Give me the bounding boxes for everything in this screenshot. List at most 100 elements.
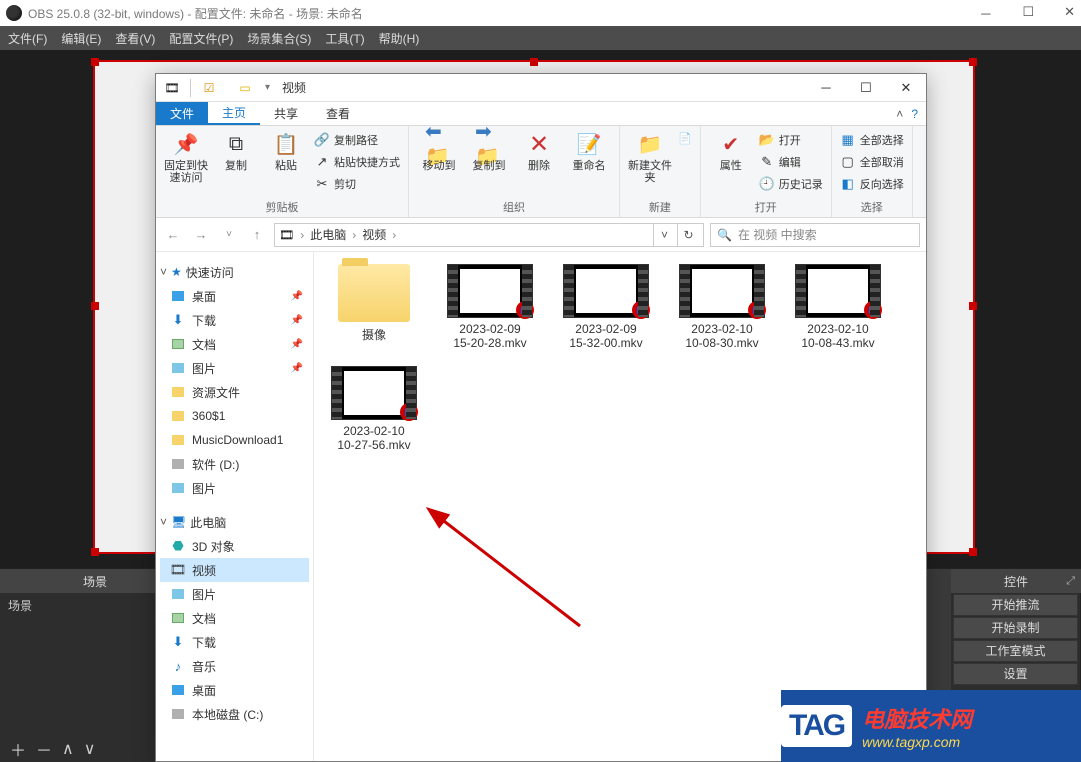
pin-quick-access-button[interactable]: 📌固定到快速访问 xyxy=(164,130,208,184)
nav-pictures[interactable]: 图片📌 xyxy=(160,356,309,380)
nav-desktop[interactable]: 桌面 xyxy=(160,678,309,702)
video-file-item[interactable]: ▶2023-02-1010-08-43.mkv xyxy=(786,264,890,350)
recent-button[interactable]: ˅ xyxy=(218,224,240,246)
navigation-pane[interactable]: ˅★快速访问 桌面📌 ⬇下载📌 文档📌 图片📌 资源文件 360$1 Music… xyxy=(156,252,314,761)
ribbon-help-icon[interactable]: ? xyxy=(911,107,918,121)
nav-folder[interactable]: 资源文件 xyxy=(160,380,309,404)
studio-mode-button[interactable]: 工作室模式 xyxy=(953,640,1078,662)
copy-to-button[interactable]: ➡📁复制到 xyxy=(467,130,511,172)
back-button[interactable]: ← xyxy=(162,224,184,246)
select-none-button[interactable]: ▢全部取消 xyxy=(840,152,904,172)
nav-local-disk-c[interactable]: 本地磁盘 (C:) xyxy=(160,702,309,726)
nav-music[interactable]: ♪音乐 xyxy=(160,654,309,678)
resize-handle[interactable] xyxy=(91,548,99,556)
pin-icon: 📌 xyxy=(291,315,309,326)
delete-button[interactable]: ✕删除 xyxy=(517,130,561,172)
forward-button[interactable]: → xyxy=(190,224,212,246)
history-button[interactable]: 🕘历史记录 xyxy=(759,174,823,194)
nav-3d-objects[interactable]: ⬣3D 对象 xyxy=(160,534,309,558)
rename-icon: 📝 xyxy=(575,130,603,158)
exp-minimize-button[interactable]: － xyxy=(806,74,846,102)
nav-desktop[interactable]: 桌面📌 xyxy=(160,284,309,308)
tab-file[interactable]: 文件 xyxy=(156,102,208,125)
copy-button[interactable]: ⧉复制 xyxy=(214,130,258,172)
resize-handle[interactable] xyxy=(969,58,977,66)
nav-documents[interactable]: 文档 xyxy=(160,606,309,630)
nav-downloads[interactable]: ⬇下载 xyxy=(160,630,309,654)
nav-drive[interactable]: 软件 (D:) xyxy=(160,452,309,476)
qat-properties-icon[interactable]: ☑ xyxy=(199,78,219,98)
resize-handle[interactable] xyxy=(530,58,538,66)
nav-pictures[interactable]: 图片 xyxy=(160,582,309,606)
breadcrumb-current[interactable]: 视频 xyxy=(362,226,386,243)
copy-path-button[interactable]: 🔗复制路径 xyxy=(314,130,400,150)
obs-maximize-button[interactable]: ☐ xyxy=(1022,4,1034,23)
tab-view[interactable]: 查看 xyxy=(312,102,364,125)
move-down-button[interactable]: ∨ xyxy=(84,739,96,759)
menu-profile[interactable]: 配置文件(P) xyxy=(169,30,233,47)
exp-maximize-button[interactable]: ☐ xyxy=(846,74,886,102)
menu-file[interactable]: 文件(F) xyxy=(8,30,47,47)
menu-tools[interactable]: 工具(T) xyxy=(325,30,364,47)
exp-close-button[interactable]: ✕ xyxy=(886,74,926,102)
addr-dropdown-button[interactable]: ˅ xyxy=(653,224,675,246)
obs-close-button[interactable]: ✕ xyxy=(1064,4,1075,23)
menu-edit[interactable]: 编辑(E) xyxy=(61,30,101,47)
properties-button[interactable]: ✔属性 xyxy=(709,130,753,172)
menu-help[interactable]: 帮助(H) xyxy=(379,30,420,47)
obs-minimize-button[interactable]: － xyxy=(979,4,992,23)
settings-button[interactable]: 设置 xyxy=(953,663,1078,685)
quick-access-header[interactable]: ˅★快速访问 xyxy=(160,260,309,284)
nav-folder[interactable]: 360$1 xyxy=(160,404,309,428)
cut-button[interactable]: ✂剪切 xyxy=(314,174,400,194)
up-button[interactable]: ↑ xyxy=(246,224,268,246)
move-to-button[interactable]: ⬅📁移动到 xyxy=(417,130,461,172)
address-bar[interactable]: 🎞 › 此电脑 › 视频 › ˅ ↻ xyxy=(274,223,704,247)
folder-item[interactable]: 摄像 xyxy=(322,264,426,350)
open-button[interactable]: 📂打开 xyxy=(759,130,823,150)
start-stream-button[interactable]: 开始推流 xyxy=(953,594,1078,616)
remove-button[interactable]: － xyxy=(36,737,52,761)
search-input[interactable]: 🔍 在 视频 中搜索 xyxy=(710,223,920,247)
resize-handle[interactable] xyxy=(969,548,977,556)
popout-icon[interactable]: ⤢ xyxy=(1066,575,1075,588)
menu-scenes[interactable]: 场景集合(S) xyxy=(247,30,311,47)
select-all-button[interactable]: ▦全部选择 xyxy=(840,130,904,150)
nav-downloads[interactable]: ⬇下载📌 xyxy=(160,308,309,332)
move-up-button[interactable]: ∧ xyxy=(62,739,74,759)
new-item-icon[interactable]: 📄 xyxy=(678,132,692,145)
move-icon: ⬅📁 xyxy=(425,130,453,158)
files-view[interactable]: 摄像 ▶2023-02-0915-20-28.mkv ▶2023-02-0915… xyxy=(314,252,926,761)
add-button[interactable]: ＋ xyxy=(10,737,26,761)
nav-documents[interactable]: 文档📌 xyxy=(160,332,309,356)
this-pc-header[interactable]: ˅🖥此电脑 xyxy=(160,510,309,534)
rename-button[interactable]: 📝重命名 xyxy=(567,130,611,172)
edit-button[interactable]: ✎编辑 xyxy=(759,152,823,172)
invert-selection-button[interactable]: ◧反向选择 xyxy=(840,174,904,194)
tab-home[interactable]: 主页 xyxy=(208,102,260,125)
resize-handle[interactable] xyxy=(91,58,99,66)
nav-pictures[interactable]: 图片 xyxy=(160,476,309,500)
resize-handle[interactable] xyxy=(91,302,99,310)
paste-shortcut-button[interactable]: ↗粘贴快捷方式 xyxy=(314,152,400,172)
start-record-button[interactable]: 开始录制 xyxy=(953,617,1078,639)
breadcrumb-root[interactable]: 此电脑 xyxy=(310,226,346,243)
ribbon-collapse-icon[interactable]: ˄ xyxy=(896,107,903,121)
video-file-item[interactable]: ▶2023-02-0915-20-28.mkv xyxy=(438,264,542,350)
paste-button[interactable]: 📋粘贴 xyxy=(264,130,308,172)
tab-share[interactable]: 共享 xyxy=(260,102,312,125)
watermark-cn: 电脑技术网 xyxy=(862,702,972,734)
nav-videos[interactable]: 🎞视频 xyxy=(160,558,309,582)
menu-view[interactable]: 查看(V) xyxy=(115,30,155,47)
qat-newfolder-icon[interactable]: ▭ xyxy=(235,78,255,98)
refresh-button[interactable]: ↻ xyxy=(677,224,699,246)
video-file-item[interactable]: ▶2023-02-1010-08-30.mkv xyxy=(670,264,774,350)
new-folder-button[interactable]: 📁新建文件夹 xyxy=(628,130,672,184)
nav-folder[interactable]: MusicDownload1 xyxy=(160,428,309,452)
address-row: ← → ˅ ↑ 🎞 › 此电脑 › 视频 › ˅ ↻ 🔍 在 视频 中搜索 xyxy=(156,218,926,252)
video-file-item[interactable]: ▶2023-02-1010-27-56.mkv xyxy=(322,366,426,452)
qat-dropdown-icon[interactable]: ▾ xyxy=(265,82,270,93)
video-file-item[interactable]: ▶2023-02-0915-32-00.mkv xyxy=(554,264,658,350)
resize-handle[interactable] xyxy=(969,302,977,310)
explorer-titlebar[interactable]: 🎞 ☑ ▭ ▾ 视频 － ☐ ✕ xyxy=(156,74,926,102)
